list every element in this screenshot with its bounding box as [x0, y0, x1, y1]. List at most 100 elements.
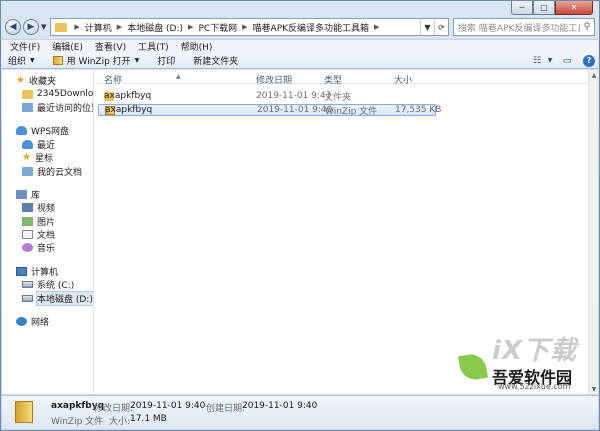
chevron-right-icon: ▶ [374, 23, 380, 31]
maximize-button[interactable]: □ [533, 1, 555, 15]
chevron-down-icon[interactable]: ▼ [546, 54, 554, 68]
back-arrow-icon: ◀ [9, 22, 17, 32]
nav-item-label: 最近 [37, 140, 56, 151]
nav-item-label: 视频 [37, 204, 56, 215]
nav-item-pictures[interactable]: 图片 [2, 215, 93, 228]
nav-item-label: 图片 [37, 217, 56, 228]
nav-item-wps-recent[interactable]: 最近 [2, 138, 93, 151]
open-with-button[interactable]: 用 WinZip 打开 ▼ [52, 54, 139, 67]
scroll-up-icon[interactable]: ▲ [589, 70, 599, 80]
details-modified-label: 修改日期: [94, 404, 134, 414]
forward-arrow-icon: ▶ [27, 22, 35, 32]
forward-button[interactable]: ▶ [23, 19, 39, 35]
nav-wps-drive[interactable]: WPS网盘 [2, 124, 93, 137]
column-header-size[interactable]: 大小 [394, 73, 412, 86]
column-header-type[interactable]: 类型 [324, 73, 342, 86]
search-icon[interactable]: ⚲ [580, 22, 594, 32]
chevron-down-icon: ▼ [30, 57, 35, 64]
column-header-name[interactable]: 名称 [104, 73, 122, 86]
file-date: 2019-11-01 9:47 [256, 91, 332, 101]
recent-pages-dropdown[interactable]: ▼ [41, 23, 46, 31]
nav-item-label: 我的云文档 [37, 167, 83, 178]
nav-computer-label: 计算机 [31, 267, 59, 278]
scroll-down-icon[interactable]: ▼ [589, 384, 599, 394]
nav-item-videos[interactable]: 视频 [2, 201, 93, 214]
new-folder-label: 新建文件夹 [193, 57, 239, 67]
breadcrumb-computer[interactable]: 计算机 [85, 21, 112, 34]
menu-edit[interactable]: 编辑(E) [52, 40, 83, 53]
help-icon: ? [583, 54, 595, 67]
nav-item-label: 本地磁盘 (D:) [36, 290, 93, 306]
organize-button[interactable]: 组织 ▼ [8, 54, 35, 67]
nav-favorites[interactable]: ★ 收藏夹 [2, 74, 93, 88]
winzip-icon [52, 56, 63, 65]
star-icon: ★ [16, 75, 25, 87]
file-type: WinZip 文件 [325, 106, 378, 117]
nav-item-wps-cloud-docs[interactable]: 我的云文档 [2, 164, 93, 178]
close-button[interactable]: ✕ [555, 1, 593, 15]
nav-item-wps-starred[interactable]: ★ 星标 [2, 151, 93, 165]
watermark-logo: iX下载 吾爱软件园 www.52zixue.com [457, 330, 590, 391]
drive-icon [22, 294, 33, 302]
nav-item-recent-places[interactable]: 最近访问的位置 [2, 101, 93, 114]
chevron-right-icon: ▶ [74, 23, 80, 31]
nav-network-label: 网络 [31, 318, 50, 329]
nav-favorites-label: 收藏夹 [28, 77, 56, 88]
video-icon [22, 203, 33, 213]
help-button[interactable]: ? [580, 54, 598, 68]
address-dropdown-button[interactable]: ▼ [420, 19, 434, 35]
file-row[interactable]: axapkfbyq 2019-11-01 9:47 文件夹 [98, 90, 588, 103]
nav-item-music[interactable]: 音乐 [2, 241, 93, 254]
nav-item-label: 音乐 [37, 244, 56, 255]
nav-item-drive-c[interactable]: 系统 (C:) [2, 278, 93, 291]
nav-item-documents[interactable]: 文档 [2, 228, 93, 241]
new-folder-button[interactable]: 新建文件夹 [193, 54, 238, 67]
picture-icon [22, 216, 33, 226]
details-modified-value: 2019-11-01 9:40 [130, 401, 206, 411]
menu-tools[interactable]: 工具(T) [138, 40, 169, 53]
nav-computer[interactable]: 计算机 [2, 265, 93, 278]
breadcrumb-pc-download[interactable]: PC下载网 [198, 21, 237, 34]
cloud-docs-icon [22, 166, 33, 176]
chevron-right-icon: ▶ [116, 23, 123, 31]
file-date: 2019-11-01 9:40 [257, 105, 333, 115]
chevron-right-icon: ▶ [242, 23, 248, 31]
print-button[interactable]: 打印 [157, 54, 175, 67]
menu-file[interactable]: 文件(F) [10, 40, 40, 53]
search-placeholder: 搜索 喵巷APK反编译多功能工具箱 [458, 23, 580, 34]
folder-icon [55, 22, 68, 32]
music-icon [22, 243, 33, 253]
print-label: 打印 [157, 57, 176, 67]
nav-network[interactable]: 网络 [2, 315, 93, 328]
search-input[interactable]: 搜索 喵巷APK反编译多功能工具箱 ⚲ [453, 18, 595, 36]
column-header-date[interactable]: 修改日期 [256, 73, 292, 86]
folder-icon [22, 89, 33, 99]
recent-places-icon [22, 102, 33, 112]
nav-item-2345downloads[interactable]: 2345Downloads [2, 87, 93, 100]
sort-caret-icon: ▲ [176, 73, 181, 80]
details-size-label: 大小: [109, 417, 131, 427]
nav-item-label: 星标 [34, 154, 53, 165]
file-row-selected[interactable]: axapkfbyq 2019-11-01 9:40 WinZip 文件 17,5… [98, 104, 441, 117]
breadcrumb-current-folder[interactable]: 喵巷APK反编译多功能工具箱 [253, 21, 370, 34]
view-options-icon[interactable]: ☷ [528, 54, 546, 68]
file-type: 文件夹 [324, 92, 352, 103]
details-created-value: 2019-11-01 9:40 [242, 401, 318, 411]
organize-label: 组织 [8, 57, 27, 67]
details-file-type: WinZip 文件 [51, 417, 104, 427]
details-pane: axapkfbyq WinZip 文件 修改日期: 2019-11-01 9:4… [2, 395, 598, 429]
preview-pane-icon[interactable]: ▭ [558, 54, 576, 68]
refresh-button[interactable]: ⟳ [434, 19, 448, 35]
breadcrumb-local-disk-d[interactable]: 本地磁盘 (D:) [127, 21, 183, 34]
back-button[interactable]: ◀ [5, 19, 21, 35]
nav-library[interactable]: 库 [2, 188, 93, 201]
nav-item-drive-d[interactable]: 本地磁盘 (D:) [2, 290, 93, 306]
minimize-button[interactable]: ─ [511, 1, 533, 15]
address-row: ◀ ▶ ▼ ▶ 计算机 ▶ 本地磁盘 (D:) ▶ PC下载网 ▶ 喵巷APK反… [5, 17, 595, 37]
command-bar: 组织 ▼ 用 WinZip 打开 ▼ 打印 新建文件夹 ☷ ▼ ▭ ? [2, 53, 598, 69]
cloud-icon [16, 126, 27, 136]
menu-view[interactable]: 查看(V) [95, 40, 126, 53]
menu-help[interactable]: 帮助(H) [181, 40, 213, 53]
winzip-archive-icon [15, 401, 33, 423]
address-bar[interactable]: ▶ 计算机 ▶ 本地磁盘 (D:) ▶ PC下载网 ▶ 喵巷APK反编译多功能工… [50, 18, 449, 36]
